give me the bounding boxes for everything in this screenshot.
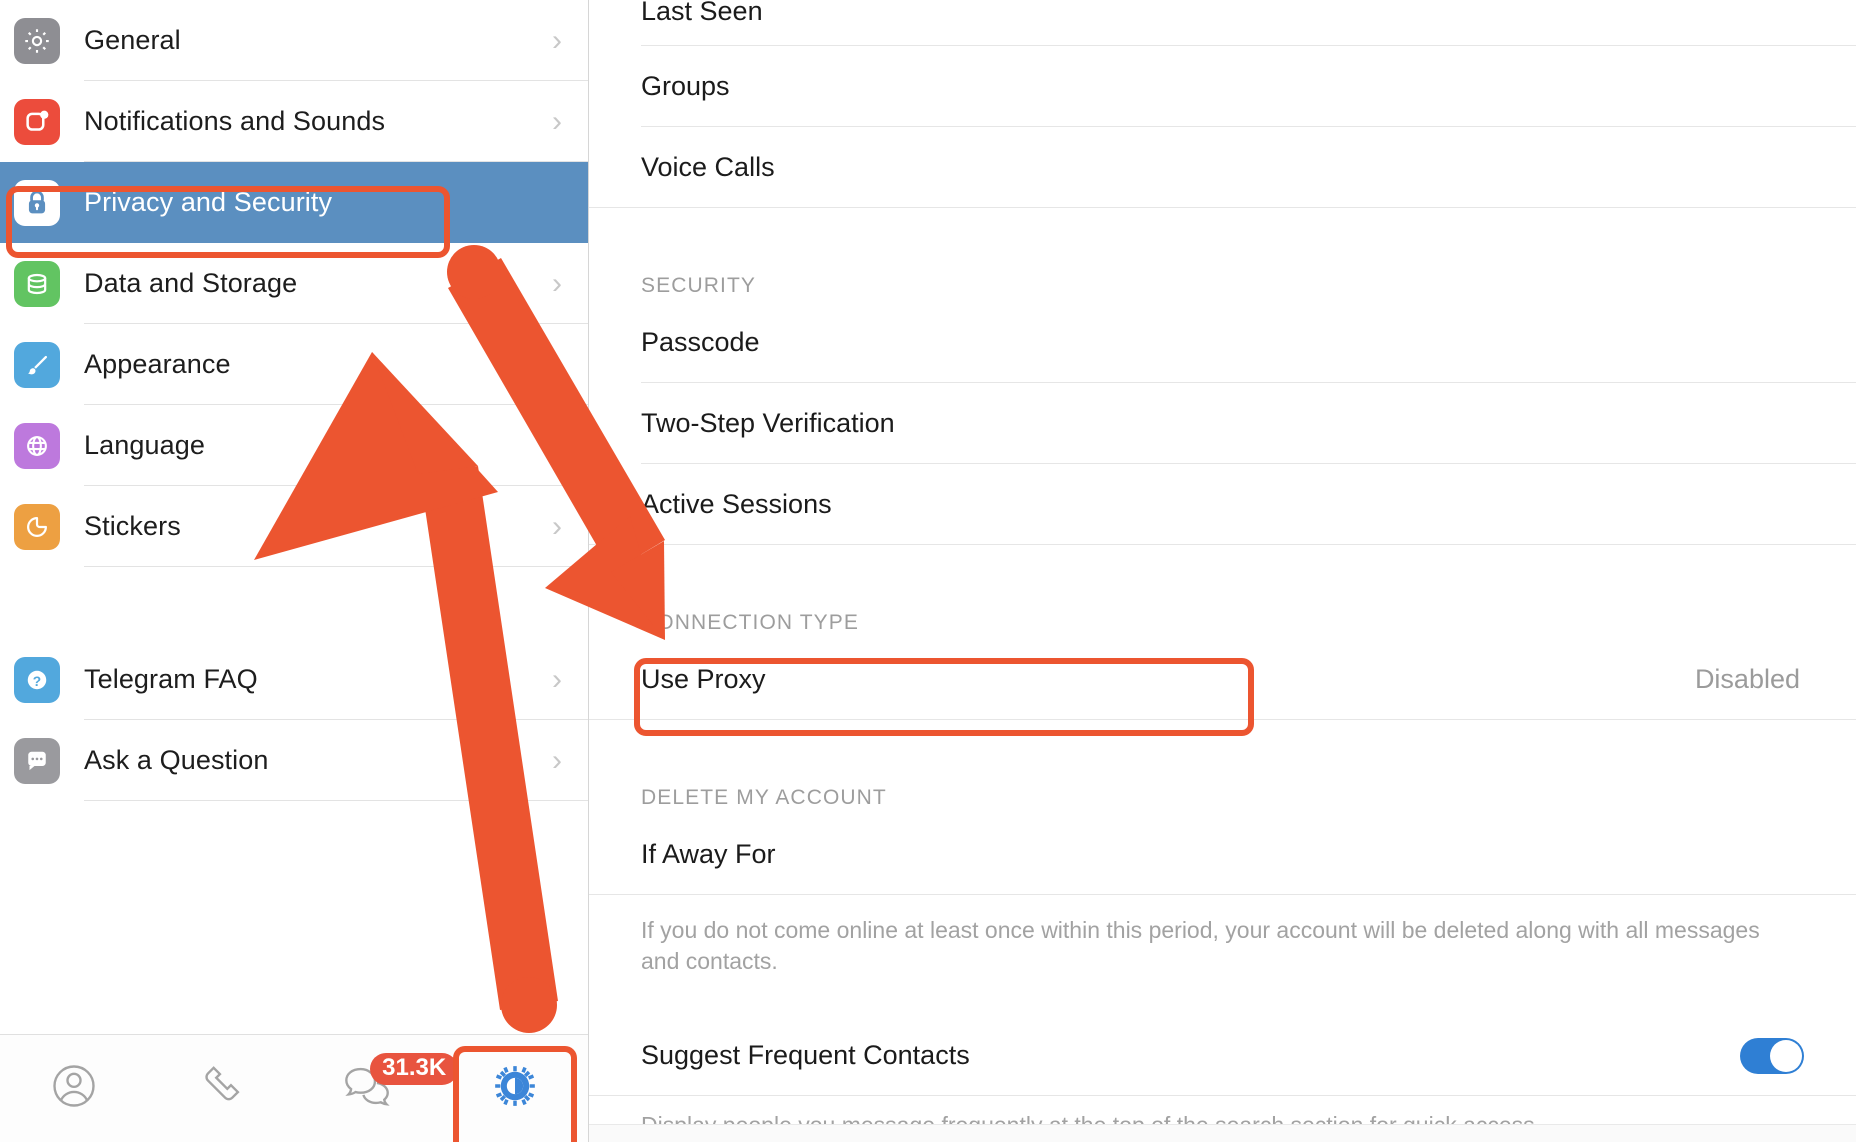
- unread-badge: 31.3K: [370, 1052, 459, 1085]
- section-header-security: SECURITY: [641, 274, 756, 297]
- chevron-right-icon: ›: [552, 347, 562, 381]
- divider: [589, 1095, 1856, 1097]
- divider: [84, 566, 588, 567]
- settings-sidebar: General › Notifications and Sounds › Pri…: [0, 0, 589, 1142]
- divider: [589, 894, 1856, 895]
- person-circle-icon: [48, 1060, 100, 1117]
- divider: [589, 719, 1856, 720]
- chevron-right-icon: ›: [552, 428, 562, 462]
- sidebar-primary-list: General › Notifications and Sounds › Pri…: [0, 0, 588, 801]
- chat-dots-icon: [14, 737, 60, 784]
- sidebar-item-general[interactable]: General ›: [0, 0, 588, 81]
- sticker-icon: [14, 503, 60, 550]
- divider: [589, 544, 1856, 545]
- row-label: Groups: [641, 71, 730, 101]
- row-value: Disabled: [1694, 664, 1800, 694]
- database-icon: [14, 260, 60, 307]
- bottom-strip: [589, 1124, 1856, 1142]
- bell-badge-icon: [14, 98, 60, 145]
- calls-tab[interactable]: [147, 1035, 294, 1142]
- row-label: Active Sessions: [641, 489, 832, 519]
- sidebar-item-language[interactable]: Language ›: [0, 405, 588, 486]
- bottom-tab-bar: 31.3K: [0, 1034, 588, 1142]
- sidebar-item-label: Appearance: [84, 349, 231, 379]
- row-label: Suggest Frequent Contacts: [641, 1040, 970, 1071]
- paintbrush-icon: [14, 341, 60, 388]
- sidebar-item-label: Telegram FAQ: [84, 664, 258, 694]
- chats-tab[interactable]: 31.3K: [295, 1035, 459, 1142]
- sidebar-item-label: Ask a Question: [84, 745, 269, 775]
- row-label: Voice Calls: [641, 152, 775, 182]
- suggest-frequent-contacts-toggle[interactable]: [1740, 1037, 1804, 1074]
- sidebar-item-notifications-and-sounds[interactable]: Notifications and Sounds ›: [0, 81, 588, 162]
- sidebar-item-appearance[interactable]: Appearance ›: [0, 324, 588, 405]
- gear-icon: [14, 17, 60, 64]
- row-use-proxy[interactable]: Use Proxy Disabled: [589, 639, 1856, 720]
- sidebar-item-telegram-faq[interactable]: ? Telegram FAQ ›: [0, 639, 588, 720]
- contacts-tab[interactable]: [0, 1035, 147, 1142]
- chevron-right-icon: ›: [552, 23, 562, 57]
- row-groups[interactable]: Groups: [589, 46, 1856, 127]
- question-mark-icon: ?: [14, 656, 60, 703]
- settings-tab[interactable]: [442, 1035, 588, 1142]
- sidebar-group-gap: [0, 567, 588, 639]
- row-passcode[interactable]: Passcode: [589, 302, 1856, 383]
- row-voice-calls[interactable]: Voice Calls: [589, 127, 1856, 208]
- section-header-connection-type: CONNECTION TYPE: [641, 611, 859, 634]
- row-label: Passcode: [641, 327, 760, 357]
- chevron-right-icon: ›: [552, 743, 562, 777]
- section-header-delete-my-account: DELETE MY ACCOUNT: [641, 786, 887, 809]
- sidebar-item-label: Language: [84, 430, 205, 460]
- telegram-settings-window: General › Notifications and Sounds › Pri…: [0, 0, 1856, 1142]
- sidebar-item-label: Notifications and Sounds: [84, 106, 386, 136]
- sidebar-item-label: Data and Storage: [84, 268, 298, 298]
- lock-icon: [14, 179, 60, 226]
- sidebar-item-privacy-and-security[interactable]: Privacy and Security: [0, 162, 588, 243]
- chevron-right-icon: ›: [552, 662, 562, 696]
- row-two-step-verification[interactable]: Two-Step Verification: [589, 383, 1856, 464]
- phone-icon: [195, 1060, 247, 1117]
- row-if-away-for[interactable]: If Away For: [589, 814, 1856, 895]
- sidebar-item-label: Stickers: [84, 511, 181, 541]
- row-label: Two-Step Verification: [641, 408, 895, 438]
- chevron-right-icon: ›: [552, 509, 562, 543]
- settings-gear-icon: [487, 1058, 543, 1119]
- row-suggest-frequent-contacts[interactable]: Suggest Frequent Contacts: [589, 1015, 1856, 1097]
- row-label: Use Proxy: [641, 664, 766, 694]
- divider: [84, 800, 588, 801]
- sidebar-item-data-and-storage[interactable]: Data and Storage ›: [0, 243, 588, 324]
- row-last-seen[interactable]: Last Seen: [589, 0, 1856, 46]
- sidebar-item-ask-a-question[interactable]: Ask a Question ›: [0, 720, 588, 801]
- row-label: If Away For: [641, 839, 776, 869]
- svg-text:?: ?: [33, 673, 41, 688]
- row-label: Last Seen: [641, 0, 763, 26]
- divider: [589, 207, 1856, 208]
- sidebar-item-label: General: [84, 25, 181, 55]
- sidebar-item-stickers[interactable]: Stickers ›: [0, 486, 588, 567]
- chevron-right-icon: ›: [552, 266, 562, 300]
- chevron-right-icon: ›: [552, 104, 562, 138]
- row-active-sessions[interactable]: Active Sessions: [589, 464, 1856, 545]
- globe-icon: [14, 422, 60, 469]
- sidebar-item-label: Privacy and Security: [84, 187, 333, 217]
- privacy-and-security-panel: Last Seen Groups Voice Calls SECURITY Pa…: [589, 0, 1856, 1142]
- delete-account-footnote: If you do not come online at least once …: [641, 917, 1760, 975]
